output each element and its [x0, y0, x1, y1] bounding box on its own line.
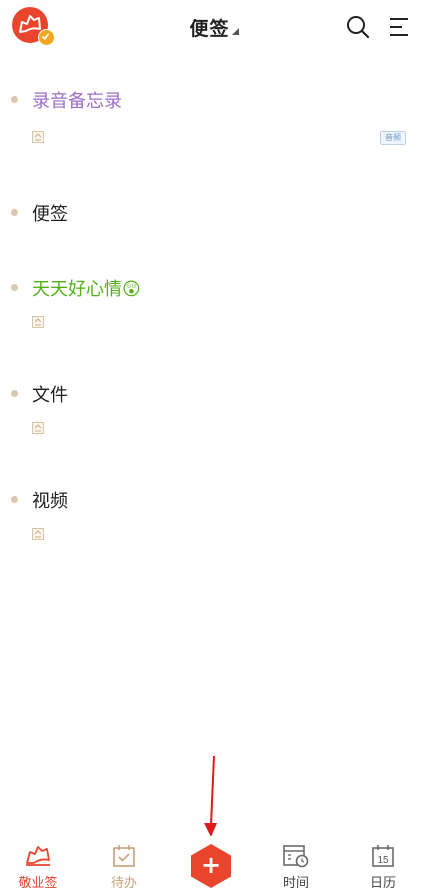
dropdown-caret-icon: [231, 28, 239, 35]
nav-label: 待办: [110, 876, 137, 891]
bullet-dot: [11, 209, 18, 216]
calendar-day-text: 15: [377, 855, 389, 866]
nav-label: 敬业签: [18, 876, 58, 891]
annotation-arrow-icon: [204, 755, 217, 837]
nav-item-todo[interactable]: 待办: [94, 844, 154, 891]
bullet-dot: [11, 284, 18, 291]
bullet-dot: [11, 496, 18, 503]
note-paper-icon: [32, 528, 44, 540]
page-title: 便签: [189, 18, 230, 40]
search-icon: [347, 16, 370, 39]
nav-item-calendar[interactable]: 15 日历: [353, 844, 413, 891]
audio-tag: 音频: [380, 131, 406, 145]
note-title: 便签: [32, 204, 68, 225]
note-title: 文件: [32, 385, 68, 406]
todo-checkbox-icon: [113, 845, 135, 867]
top-header: 便签: [0, 0, 428, 56]
add-note-button[interactable]: +: [190, 843, 232, 889]
note-paper-icon: [32, 316, 44, 328]
bullet-dot: [11, 96, 18, 103]
note-title: 录音备忘录: [32, 91, 122, 112]
menu-icon: [390, 18, 408, 36]
menu-button[interactable]: [388, 16, 410, 38]
cloud-logo-icon: [26, 846, 50, 866]
nav-item-time[interactable]: 时间: [266, 844, 326, 891]
search-button[interactable]: [345, 14, 371, 40]
note-title: 天天好心情😲: [32, 279, 141, 300]
nav-label: 时间: [282, 876, 309, 891]
note-paper-icon: [32, 131, 44, 143]
time-calendar-clock-icon: [283, 845, 309, 868]
note-title: 视频: [32, 491, 68, 512]
nav-label: 日历: [369, 876, 396, 891]
bullet-dot: [11, 390, 18, 397]
calendar-icon: 15: [372, 845, 394, 867]
add-plus-symbol: +: [200, 851, 222, 879]
note-paper-icon: [32, 422, 44, 434]
nav-item-jingyeqian[interactable]: 敬业签: [8, 844, 68, 891]
